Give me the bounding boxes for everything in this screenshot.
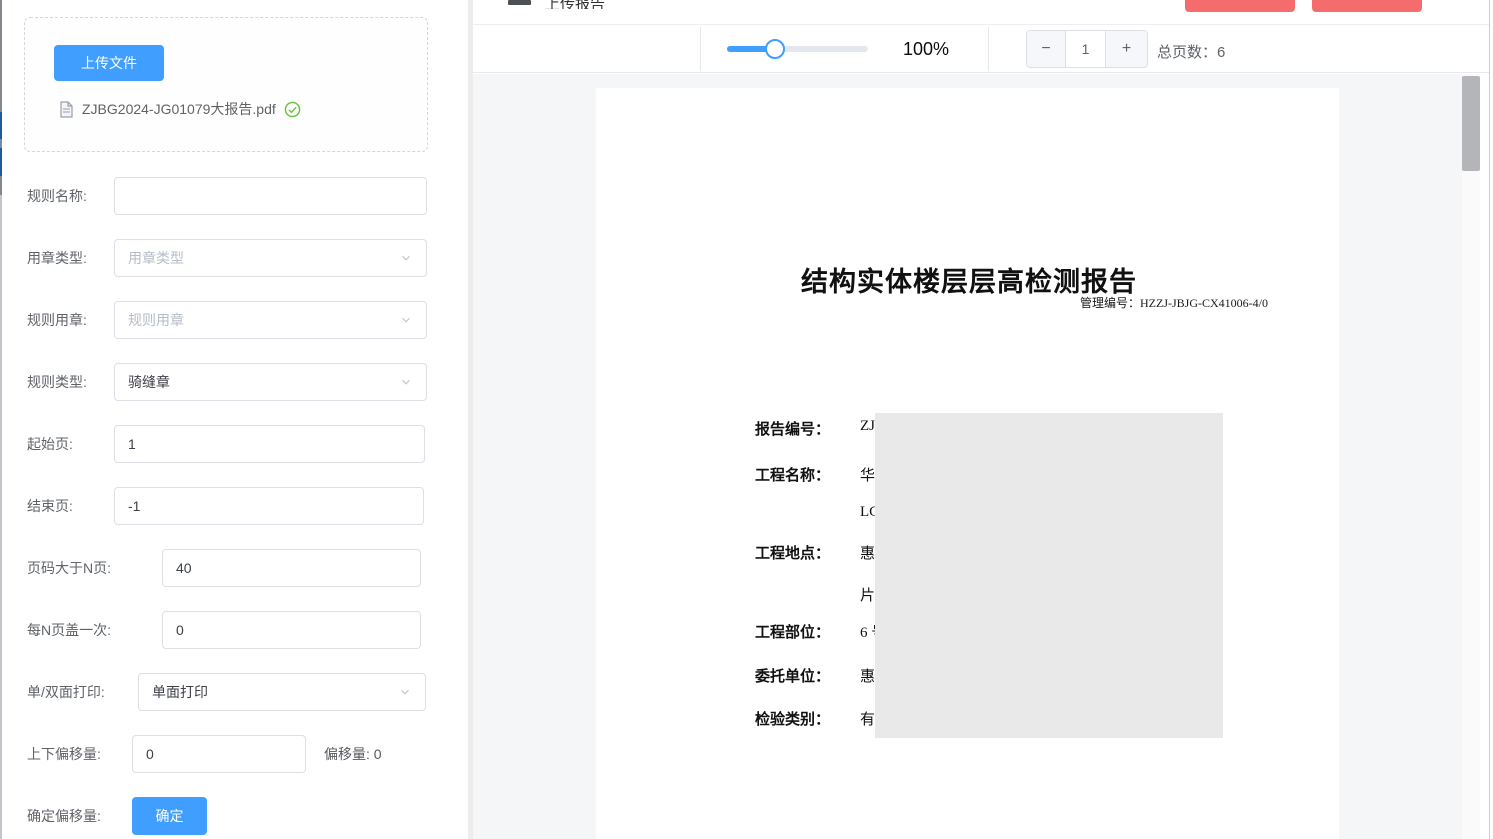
- seal-type-select[interactable]: 用章类型: [114, 239, 427, 277]
- preview-title-text: 上传报告: [545, 0, 605, 9]
- start-page-input[interactable]: [114, 425, 425, 463]
- page-greater-n-input[interactable]: [162, 549, 421, 587]
- seal-type-label: 用章类型:: [27, 248, 87, 268]
- preview-panel: 上传报告 100% − 1 + 总页数：6 结构实体楼层层高检测报告 管理编: [473, 0, 1493, 839]
- page-decrease-button[interactable]: −: [1027, 31, 1066, 67]
- uploaded-file-name: ZJBG2024-JG01079大报告.pdf: [82, 99, 276, 119]
- print-mode-value: 单面打印: [152, 682, 398, 702]
- form-row-seal-type: 用章类型: 用章类型: [2, 239, 468, 277]
- rule-type-label: 规则类型:: [27, 372, 87, 392]
- redaction-overlay: [875, 413, 1223, 738]
- confirm-offset-label: 确定偏移量:: [27, 806, 101, 826]
- zoom-slider[interactable]: [727, 46, 868, 52]
- chevron-down-icon: [399, 313, 413, 327]
- pdf-field-inspection-category: 检验类别： 有: [755, 708, 830, 729]
- danger-button-1[interactable]: [1185, 0, 1295, 12]
- current-page-value[interactable]: 1: [1066, 31, 1105, 67]
- rule-form: 规则名称: 用章类型: 用章类型 规则用章:: [2, 177, 468, 839]
- preview-title: 上传报告: [545, 0, 605, 9]
- form-row-rule-type: 规则类型: 骑缝章: [2, 363, 468, 401]
- pdf-field-project-location: 工程地点： 惠: [755, 542, 830, 563]
- form-row-every-n-pages: 每N页盖一次:: [2, 611, 468, 649]
- zoom-slider-thumb[interactable]: [765, 39, 785, 59]
- pdf-page: 结构实体楼层层高检测报告 管理编号：HZZJ-JBJG-CX41006-4/0 …: [596, 88, 1339, 839]
- scrollbar-gap: [1480, 74, 1489, 839]
- rule-name-input[interactable]: [114, 177, 427, 215]
- rule-seal-label: 规则用章:: [27, 310, 87, 330]
- preview-toolbar: 100% − 1 + 总页数：6: [473, 25, 1489, 73]
- rule-type-value: 骑缝章: [128, 372, 399, 392]
- print-mode-select[interactable]: 单面打印: [138, 673, 426, 711]
- form-row-start-page: 起始页:: [2, 425, 468, 463]
- upload-file-button[interactable]: 上传文件: [54, 45, 164, 81]
- uploaded-file-item[interactable]: ZJBG2024-JG01079大报告.pdf: [59, 98, 301, 120]
- preview-header: 上传报告: [473, 0, 1489, 25]
- form-row-vertical-offset: 上下偏移量: 偏移量: 0: [2, 735, 468, 773]
- check-circle-icon: [284, 101, 301, 118]
- page-greater-n-label: 页码大于N页:: [27, 558, 111, 578]
- chevron-down-icon: [399, 375, 413, 389]
- start-page-label: 起始页:: [27, 434, 73, 454]
- page-stepper: − 1 +: [1026, 30, 1148, 68]
- scrollbar-thumb[interactable]: [1462, 76, 1480, 171]
- every-n-pages-label: 每N页盖一次:: [27, 620, 111, 640]
- toolbar-divider: [988, 27, 989, 71]
- upload-dropzone[interactable]: 上传文件 ZJBG2024-JG01079大报告.pdf: [24, 17, 428, 152]
- rule-seal-select[interactable]: 规则用章: [114, 301, 427, 339]
- every-n-pages-input[interactable]: [162, 611, 421, 649]
- vertical-offset-label: 上下偏移量:: [27, 744, 101, 764]
- rule-type-select[interactable]: 骑缝章: [114, 363, 427, 401]
- zoom-percent-label: 100%: [903, 39, 949, 60]
- form-row-rule-name: 规则名称:: [2, 177, 468, 215]
- offset-readout: 偏移量: 0: [324, 744, 382, 764]
- form-row-confirm-offset: 确定偏移量: 确定: [2, 797, 468, 835]
- window-right-border: [1489, 0, 1490, 839]
- rule-name-label: 规则名称:: [27, 186, 87, 206]
- pdf-field-project-name: 工程名称： 华: [755, 464, 830, 485]
- page-increase-button[interactable]: +: [1105, 31, 1147, 67]
- total-pages-label: 总页数：6: [1157, 41, 1225, 62]
- pdf-field-report-no: 报告编号： ZJ: [755, 418, 830, 439]
- chevron-down-icon: [398, 685, 412, 699]
- file-tab-icon: [508, 0, 531, 5]
- form-row-print-mode: 单/双面打印: 单面打印: [2, 673, 468, 711]
- confirm-offset-button[interactable]: 确定: [132, 797, 207, 835]
- document-icon: [59, 101, 74, 118]
- pdf-manage-number: 管理编号：HZZJ-JBJG-CX41006-4/0: [1080, 294, 1268, 311]
- end-page-label: 结束页:: [27, 496, 73, 516]
- vertical-offset-input[interactable]: [132, 735, 306, 773]
- rule-config-panel: 上传文件 ZJBG2024-JG01079大报告.pdf 规则名称:: [2, 0, 468, 839]
- pdf-field-project-part: 工程部位： 6 号: [755, 621, 830, 642]
- seal-type-placeholder: 用章类型: [128, 248, 399, 268]
- pdf-field-client-unit: 委托单位： 惠: [755, 665, 830, 686]
- seal-rule-app: 上传文件 ZJBG2024-JG01079大报告.pdf 规则名称:: [0, 0, 1493, 839]
- print-mode-label: 单/双面打印:: [27, 682, 105, 702]
- form-row-rule-seal: 规则用章: 规则用章: [2, 301, 468, 339]
- chevron-down-icon: [399, 251, 413, 265]
- form-row-page-greater-n: 页码大于N页:: [2, 549, 468, 587]
- rule-seal-placeholder: 规则用章: [128, 310, 399, 330]
- toolbar-divider: [700, 27, 701, 71]
- end-page-input[interactable]: [114, 487, 424, 525]
- form-row-end-page: 结束页:: [2, 487, 468, 525]
- viewer-scrollbar[interactable]: [1462, 74, 1480, 839]
- danger-button-2[interactable]: [1312, 0, 1422, 12]
- pdf-viewer[interactable]: 结构实体楼层层高检测报告 管理编号：HZZJ-JBJG-CX41006-4/0 …: [473, 74, 1489, 839]
